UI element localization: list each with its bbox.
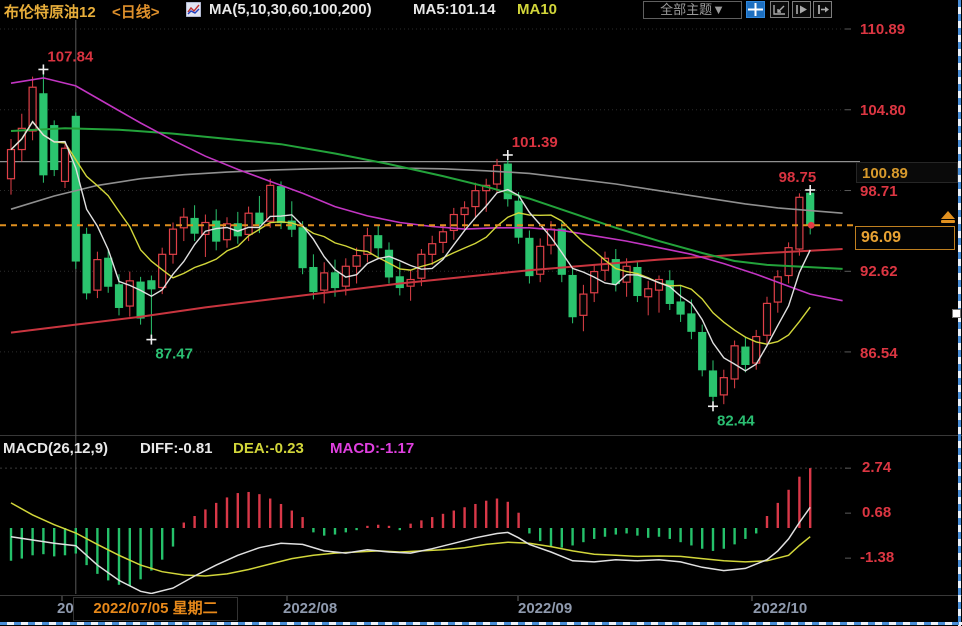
candle[interactable]	[677, 302, 684, 314]
y-axis-label: 92.62	[860, 263, 898, 280]
candle[interactable]	[699, 333, 706, 370]
ma10-value-label: MA10	[517, 1, 557, 18]
trading-app-window: 107.84 87.47 101.39 82.44 98.75 布伦特原油12 <日线>…	[0, 0, 962, 626]
candle[interactable]	[278, 187, 285, 223]
candle[interactable]	[569, 276, 576, 317]
candle[interactable]	[666, 281, 673, 304]
candlestick-layer	[8, 69, 814, 406]
candle[interactable]	[105, 258, 112, 286]
y-axis-label: 110.89	[860, 21, 905, 38]
candle[interactable]	[796, 197, 803, 249]
macd-axis-label: -1.38	[860, 549, 894, 566]
ma5-value-label: MA5:101.14	[413, 1, 496, 18]
macd-axis-label: 0.68	[862, 504, 891, 521]
candle[interactable]	[429, 244, 436, 255]
highlow-annotation-label: 87.47	[155, 346, 193, 363]
candle[interactable]	[742, 347, 749, 364]
selection-border-bottom	[0, 622, 962, 625]
highlow-annotation-label: 101.39	[512, 134, 558, 151]
candle[interactable]	[472, 191, 479, 207]
candle[interactable]	[213, 221, 220, 241]
macd-title: MACD(26,12,9)	[3, 440, 108, 457]
symbol-name: 布伦特原油12	[4, 1, 96, 22]
candle[interactable]	[245, 213, 252, 234]
candle[interactable]	[148, 281, 155, 289]
candle[interactable]	[645, 289, 652, 297]
candle[interactable]	[375, 236, 382, 248]
highlow-annotation-label: 82.44	[717, 412, 755, 429]
candle[interactable]	[353, 256, 360, 267]
macd-dea-value: DEA:-0.23	[233, 440, 304, 457]
last-price-dot	[808, 222, 815, 229]
candle[interactable]	[634, 268, 641, 296]
candle[interactable]	[72, 116, 79, 261]
candle[interactable]	[256, 213, 263, 224]
highlow-annotations: 107.84 87.47 101.39 82.44 98.75	[38, 48, 816, 429]
candle[interactable]	[94, 260, 101, 291]
macd-diff-value: DIFF:-0.81	[140, 440, 213, 457]
period-label[interactable]: <日线>	[112, 1, 160, 22]
gray-line-price-label: 100.89	[856, 162, 958, 183]
selection-resize-handle[interactable]	[952, 309, 961, 318]
candle[interactable]	[170, 229, 177, 254]
x-axis-label: 2022/10	[753, 600, 807, 617]
candle[interactable]	[83, 234, 90, 292]
step-forward-icon[interactable]	[792, 1, 811, 18]
current-price-label: 96.09	[855, 226, 955, 250]
candle[interactable]	[310, 268, 317, 292]
candle[interactable]	[332, 273, 339, 288]
macd-panel	[11, 468, 810, 593]
highlow-annotation-label: 107.84	[47, 48, 94, 65]
candle[interactable]	[62, 148, 69, 181]
crosshair-tool-icon[interactable]	[746, 1, 765, 18]
candle[interactable]	[299, 228, 306, 268]
candle[interactable]	[321, 273, 328, 290]
candle[interactable]	[8, 150, 15, 179]
y-axis-label: 104.80	[860, 102, 906, 119]
crosshair-date-tooltip: 2022/07/05 星期二	[73, 597, 238, 621]
candle[interactable]	[720, 378, 727, 395]
candle[interactable]	[580, 294, 587, 315]
jump-latest-icon[interactable]	[813, 1, 832, 18]
macd-axis-label: 2.74	[862, 459, 891, 476]
candle[interactable]	[591, 272, 598, 293]
candle[interactable]	[137, 282, 144, 318]
mini-chart-icon	[186, 2, 201, 22]
highlow-annotation-label: 98.75	[779, 169, 817, 186]
y-axis-label: 86.54	[860, 345, 898, 362]
ma-settings-label: MA(5,10,30,60,100,200)	[209, 1, 372, 18]
chart-canvas[interactable]: 107.84 87.47 101.39 82.44 98.75	[0, 0, 962, 626]
x-axis-label: 2022/08	[283, 600, 337, 617]
x-axis-label: 2022/09	[518, 600, 572, 617]
candle[interactable]	[51, 126, 58, 170]
candle[interactable]	[710, 371, 717, 396]
candle[interactable]	[116, 285, 123, 308]
y-axis-label-behind: 98.71	[860, 183, 898, 200]
price-panel	[8, 69, 843, 406]
range-zoom-icon[interactable]	[770, 1, 789, 18]
candle[interactable]	[688, 314, 695, 331]
candle[interactable]	[764, 303, 771, 335]
candle[interactable]	[515, 201, 522, 237]
candle[interactable]	[807, 193, 814, 225]
price-pin-icon[interactable]	[941, 211, 955, 223]
candle[interactable]	[396, 277, 403, 288]
macd-value: MACD:-1.17	[330, 440, 414, 457]
theme-dropdown-button[interactable]: 全部主题▼	[643, 1, 742, 19]
candle[interactable]	[440, 232, 447, 243]
candle[interactable]	[461, 208, 468, 215]
candle[interactable]	[494, 165, 501, 184]
